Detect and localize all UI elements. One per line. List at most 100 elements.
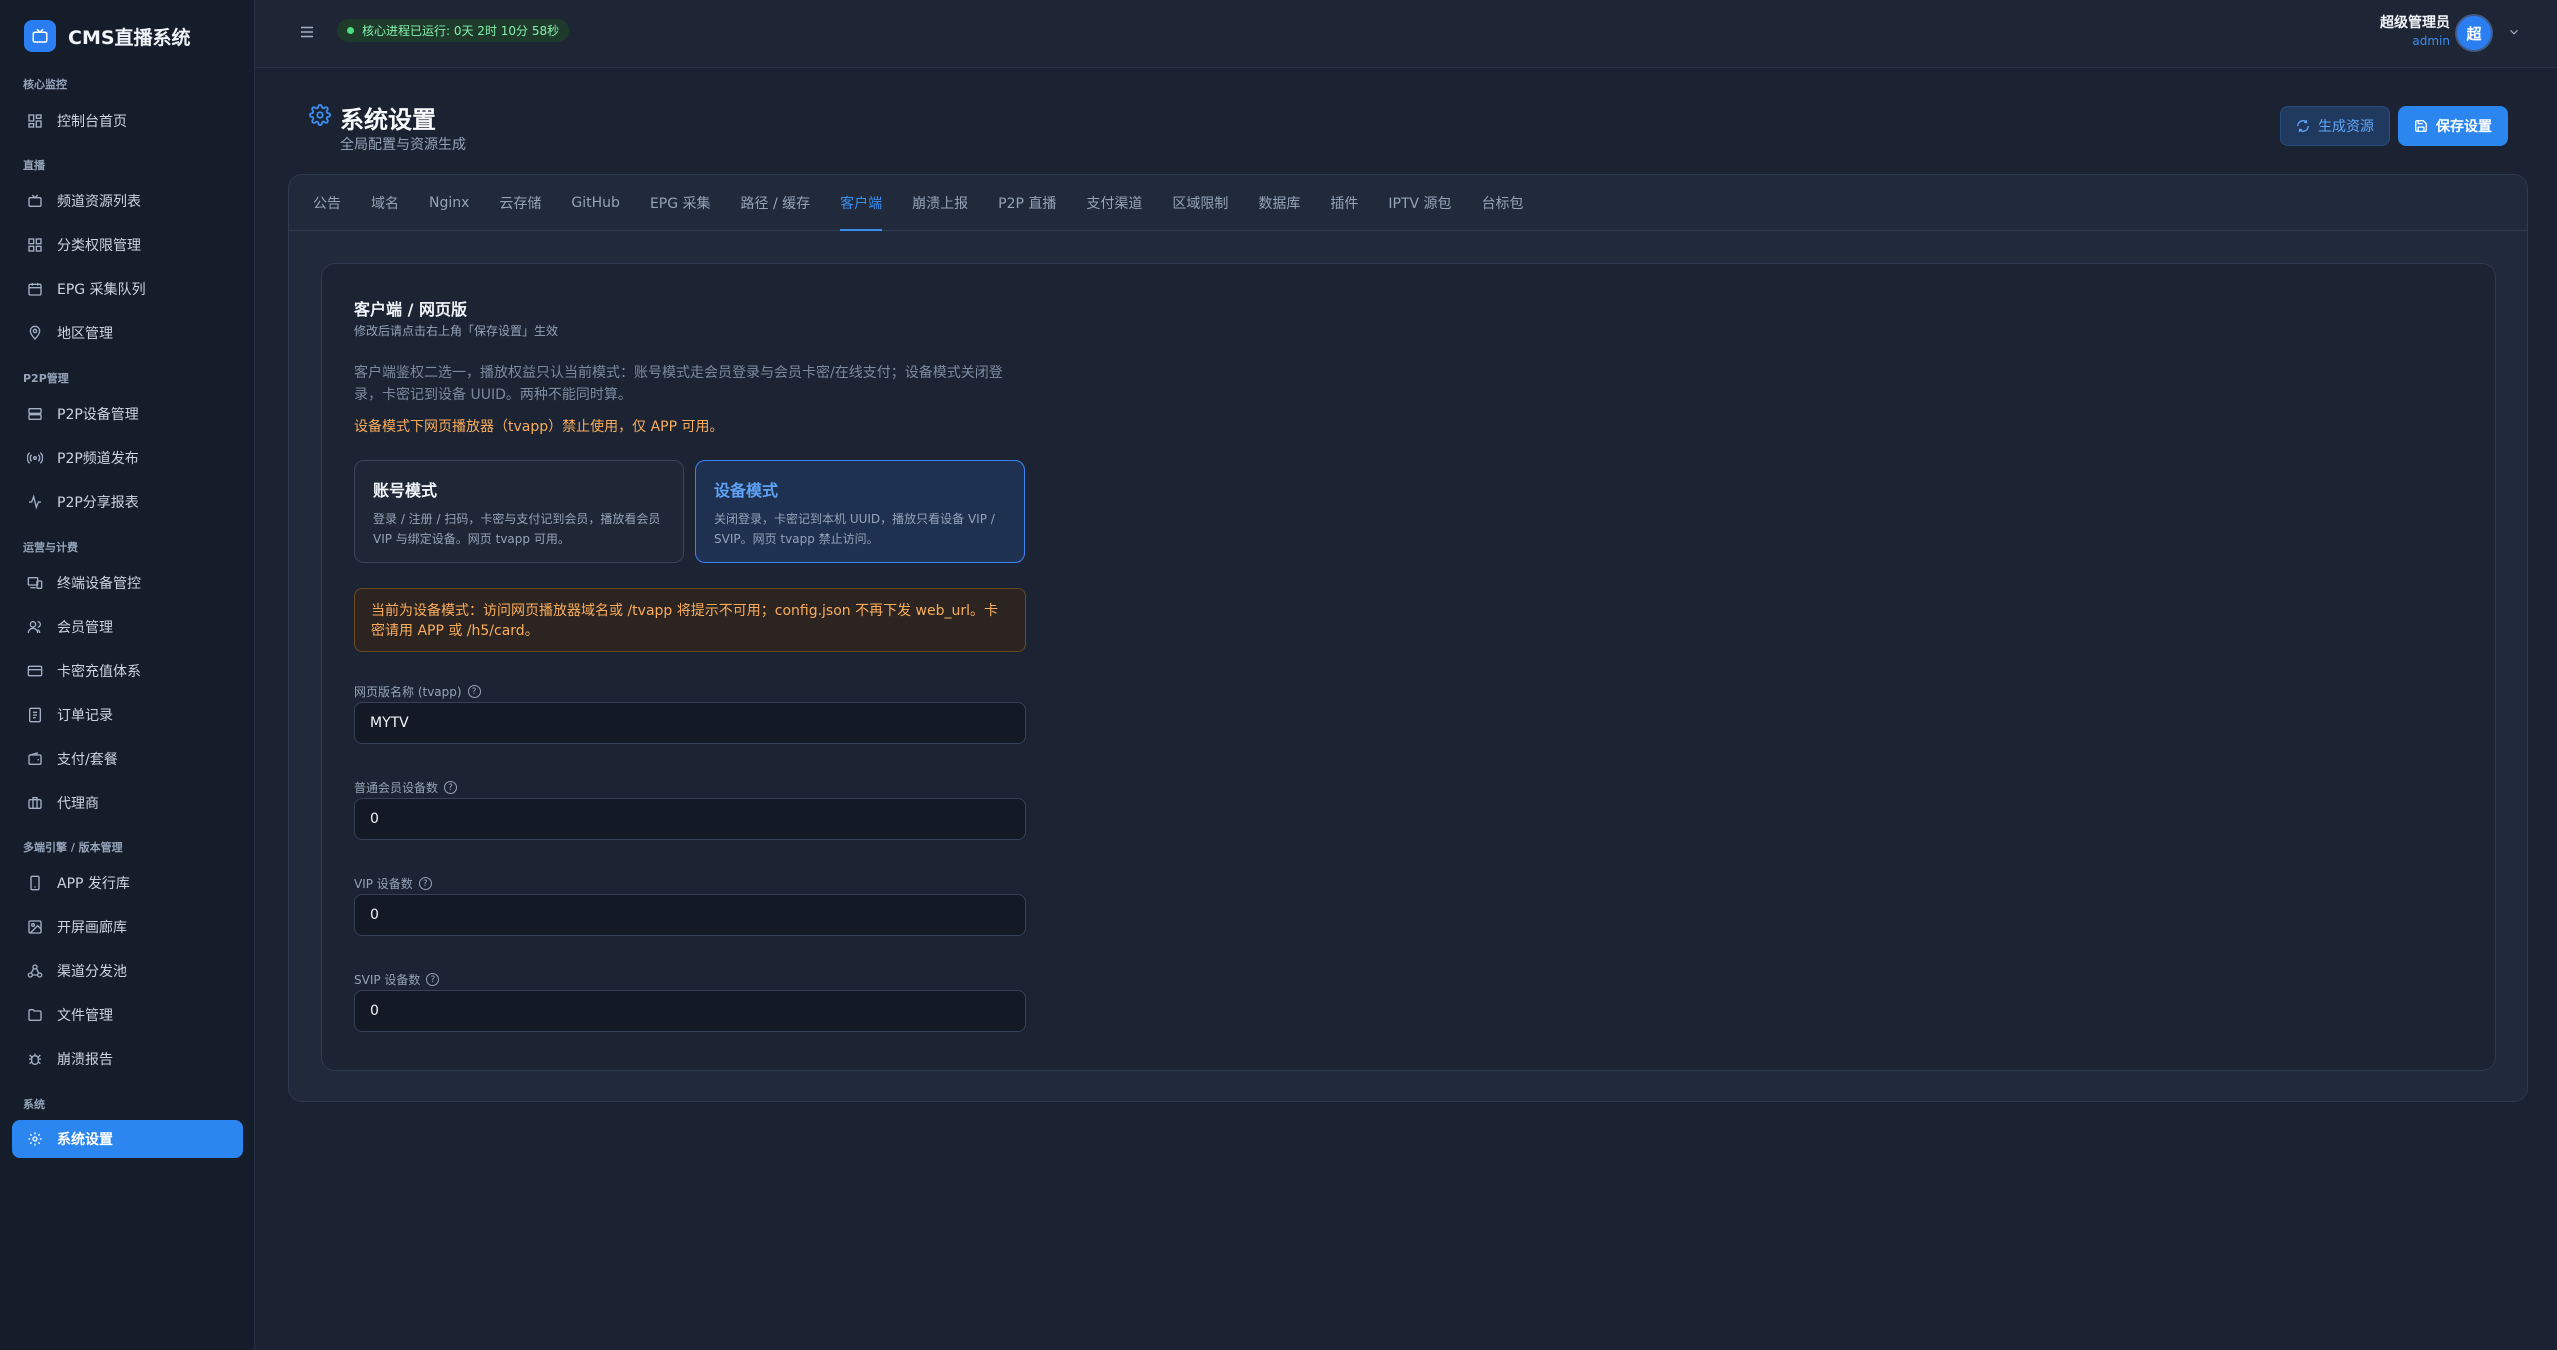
smartphone-icon bbox=[25, 873, 45, 893]
sidebar-item-orders[interactable]: 订单记录 bbox=[12, 696, 243, 734]
sidebar-item-label: 崩溃报告 bbox=[57, 1052, 113, 1068]
tab-nginx[interactable]: Nginx bbox=[429, 175, 469, 231]
sidebar-item-p2p-devices[interactable]: P2P设备管理 bbox=[12, 395, 243, 433]
settings-icon bbox=[25, 1129, 45, 1149]
help-icon[interactable]: ? bbox=[467, 685, 481, 698]
sidebar-item-channels[interactable]: 频道资源列表 bbox=[12, 182, 243, 220]
save-settings-button[interactable]: 保存设置 bbox=[2398, 106, 2508, 146]
field-label-text: 网页版名称 (tvapp) bbox=[354, 685, 462, 699]
sidebar-item-settings[interactable]: 系统设置 bbox=[12, 1120, 243, 1158]
svip-devices-label: SVIP 设备数 ? bbox=[354, 971, 440, 988]
app-name: CMS直播系统 bbox=[68, 26, 191, 49]
sidebar-item-members[interactable]: 会员管理 bbox=[12, 608, 243, 646]
sidebar-item-label: 订单记录 bbox=[57, 708, 113, 724]
help-icon[interactable]: ? bbox=[418, 877, 432, 890]
sidebar-item-files[interactable]: 文件管理 bbox=[12, 996, 243, 1034]
vip-devices-input[interactable]: 0 bbox=[354, 894, 1026, 936]
bug-icon bbox=[25, 1049, 45, 1069]
activity-icon bbox=[25, 492, 45, 512]
sidebar-item-regions[interactable]: 地区管理 bbox=[12, 314, 243, 352]
sidebar-item-epg[interactable]: EPG 采集队列 bbox=[12, 270, 243, 308]
avatar[interactable]: 超 bbox=[2455, 14, 2493, 52]
sidebar-item-label: P2P分享报表 bbox=[57, 495, 139, 511]
tab-crash-report[interactable]: 崩溃上报 bbox=[912, 175, 968, 231]
server-icon bbox=[25, 404, 45, 424]
tab-client[interactable]: 客户端 bbox=[840, 175, 883, 231]
mode-description: 客户端鉴权二选一，播放权益只认当前模式：账号模式走会员登录与会员卡密/在线支付；… bbox=[354, 365, 1003, 403]
sidebar-item-label: 系统设置 bbox=[57, 1132, 113, 1148]
sidebar-item-splash-gallery[interactable]: 开屏画廊库 bbox=[12, 908, 243, 946]
tv-logo-icon bbox=[24, 20, 56, 52]
help-icon[interactable]: ? bbox=[426, 973, 440, 986]
tab-cloud-storage[interactable]: 云存储 bbox=[499, 175, 541, 231]
mode-title: 账号模式 bbox=[373, 481, 438, 500]
sidebar-item-p2p-publish[interactable]: P2P频道发布 bbox=[12, 439, 243, 477]
tab-domain[interactable]: 域名 bbox=[371, 175, 399, 231]
tab-epg[interactable]: EPG 采集 bbox=[650, 175, 711, 231]
tab-region[interactable]: 区域限制 bbox=[1172, 175, 1228, 231]
page-subtitle: 全局配置与资源生成 bbox=[340, 137, 466, 153]
sidebar-item-app-releases[interactable]: APP 发行库 bbox=[12, 864, 243, 902]
account-mode-option[interactable]: 账号模式 登录 / 注册 / 扫码，卡密与支付记到会员，播放看会员 VIP 与绑… bbox=[354, 460, 684, 563]
image-icon bbox=[25, 917, 45, 937]
sidebar-item-label: 开屏画廊库 bbox=[57, 920, 127, 936]
sidebar-item-label: 分类权限管理 bbox=[57, 238, 141, 254]
folder-icon bbox=[25, 1005, 45, 1025]
user-info[interactable]: 超级管理员 admin bbox=[2380, 12, 2450, 48]
normal-devices-input[interactable]: 0 bbox=[354, 798, 1026, 840]
sidebar-item-crash-reports[interactable]: 崩溃报告 bbox=[12, 1040, 243, 1078]
tab-database[interactable]: 数据库 bbox=[1258, 175, 1300, 231]
nav-section-title: 运营与计费 bbox=[23, 541, 78, 554]
settings-tabs: 公告 域名 Nginx 云存储 GitHub EPG 采集 路径 / 缓存 客户… bbox=[289, 175, 2527, 231]
sidebar-item-label: 支付/套餐 bbox=[57, 752, 118, 768]
sidebar-item-payments[interactable]: 支付/套餐 bbox=[12, 740, 243, 778]
nav-section-title: 多端引擎 / 版本管理 bbox=[23, 841, 123, 854]
web-name-label: 网页版名称 (tvapp) ? bbox=[354, 683, 481, 700]
map-pin-icon bbox=[25, 323, 45, 343]
nav-section-title: P2P管理 bbox=[23, 372, 69, 385]
generate-resources-button[interactable]: 生成资源 bbox=[2280, 106, 2390, 146]
sidebar-item-label: 代理商 bbox=[57, 796, 99, 812]
brand[interactable]: CMS直播系统 bbox=[24, 20, 191, 52]
credit-card-icon bbox=[25, 661, 45, 681]
tab-iptv-source[interactable]: IPTV 源包 bbox=[1388, 175, 1451, 231]
sidebar-item-label: 频道资源列表 bbox=[57, 194, 141, 210]
tab-plugins[interactable]: 插件 bbox=[1330, 175, 1358, 231]
sidebar-item-channel-pool[interactable]: 渠道分发池 bbox=[12, 952, 243, 990]
sidebar-item-cards[interactable]: 卡密充值体系 bbox=[12, 652, 243, 690]
save-settings-label: 保存设置 bbox=[2436, 119, 2492, 135]
chevron-down-icon[interactable] bbox=[2506, 24, 2522, 40]
nav-section-title: 核心监控 bbox=[23, 78, 67, 91]
tab-github[interactable]: GitHub bbox=[571, 175, 620, 231]
tab-announcement[interactable]: 公告 bbox=[313, 175, 341, 231]
tab-p2p-live[interactable]: P2P 直播 bbox=[998, 175, 1056, 231]
sidebar-item-agents[interactable]: 代理商 bbox=[12, 784, 243, 822]
web-name-input[interactable]: MYTV bbox=[354, 702, 1026, 744]
users-icon bbox=[25, 617, 45, 637]
tab-logo-pack[interactable]: 台标包 bbox=[1482, 175, 1524, 231]
devices-icon bbox=[25, 573, 45, 593]
topbar: 核心进程已运行: 0天 2时 10分 58秒 超级管理员 admin 超 bbox=[255, 0, 2557, 68]
briefcase-icon bbox=[25, 793, 45, 813]
tab-payment[interactable]: 支付渠道 bbox=[1086, 175, 1142, 231]
refresh-icon bbox=[2296, 118, 2312, 134]
mode-title: 设备模式 bbox=[714, 481, 779, 500]
help-icon[interactable]: ? bbox=[444, 781, 458, 794]
generate-resources-label: 生成资源 bbox=[2318, 119, 2374, 135]
receipt-icon bbox=[25, 705, 45, 725]
menu-toggle-button[interactable] bbox=[295, 20, 319, 44]
sidebar-item-label: EPG 采集队列 bbox=[57, 282, 146, 298]
mode-desc: 登录 / 注册 / 扫码，卡密与支付记到会员，播放看会员 VIP 与绑定设备。网… bbox=[373, 512, 661, 546]
sidebar-item-p2p-report[interactable]: P2P分享报表 bbox=[12, 483, 243, 521]
sidebar-item-terminals[interactable]: 终端设备管控 bbox=[12, 564, 243, 602]
field-label-text: SVIP 设备数 bbox=[354, 973, 421, 987]
svip-devices-input[interactable]: 0 bbox=[354, 990, 1026, 1032]
device-mode-option[interactable]: 设备模式 关闭登录，卡密记到本机 UUID，播放只看设备 VIP / SVIP。… bbox=[695, 460, 1025, 563]
section-title: 客户端 / 网页版 bbox=[354, 300, 467, 319]
sidebar-item-label: 会员管理 bbox=[57, 620, 113, 636]
sidebar-item-label: 渠道分发池 bbox=[57, 964, 127, 980]
tab-path-cache[interactable]: 路径 / 缓存 bbox=[741, 175, 811, 231]
field-label-text: VIP 设备数 bbox=[354, 877, 413, 891]
sidebar-item-dashboard[interactable]: 控制台首页 bbox=[12, 102, 243, 140]
sidebar-item-categories[interactable]: 分类权限管理 bbox=[12, 226, 243, 264]
